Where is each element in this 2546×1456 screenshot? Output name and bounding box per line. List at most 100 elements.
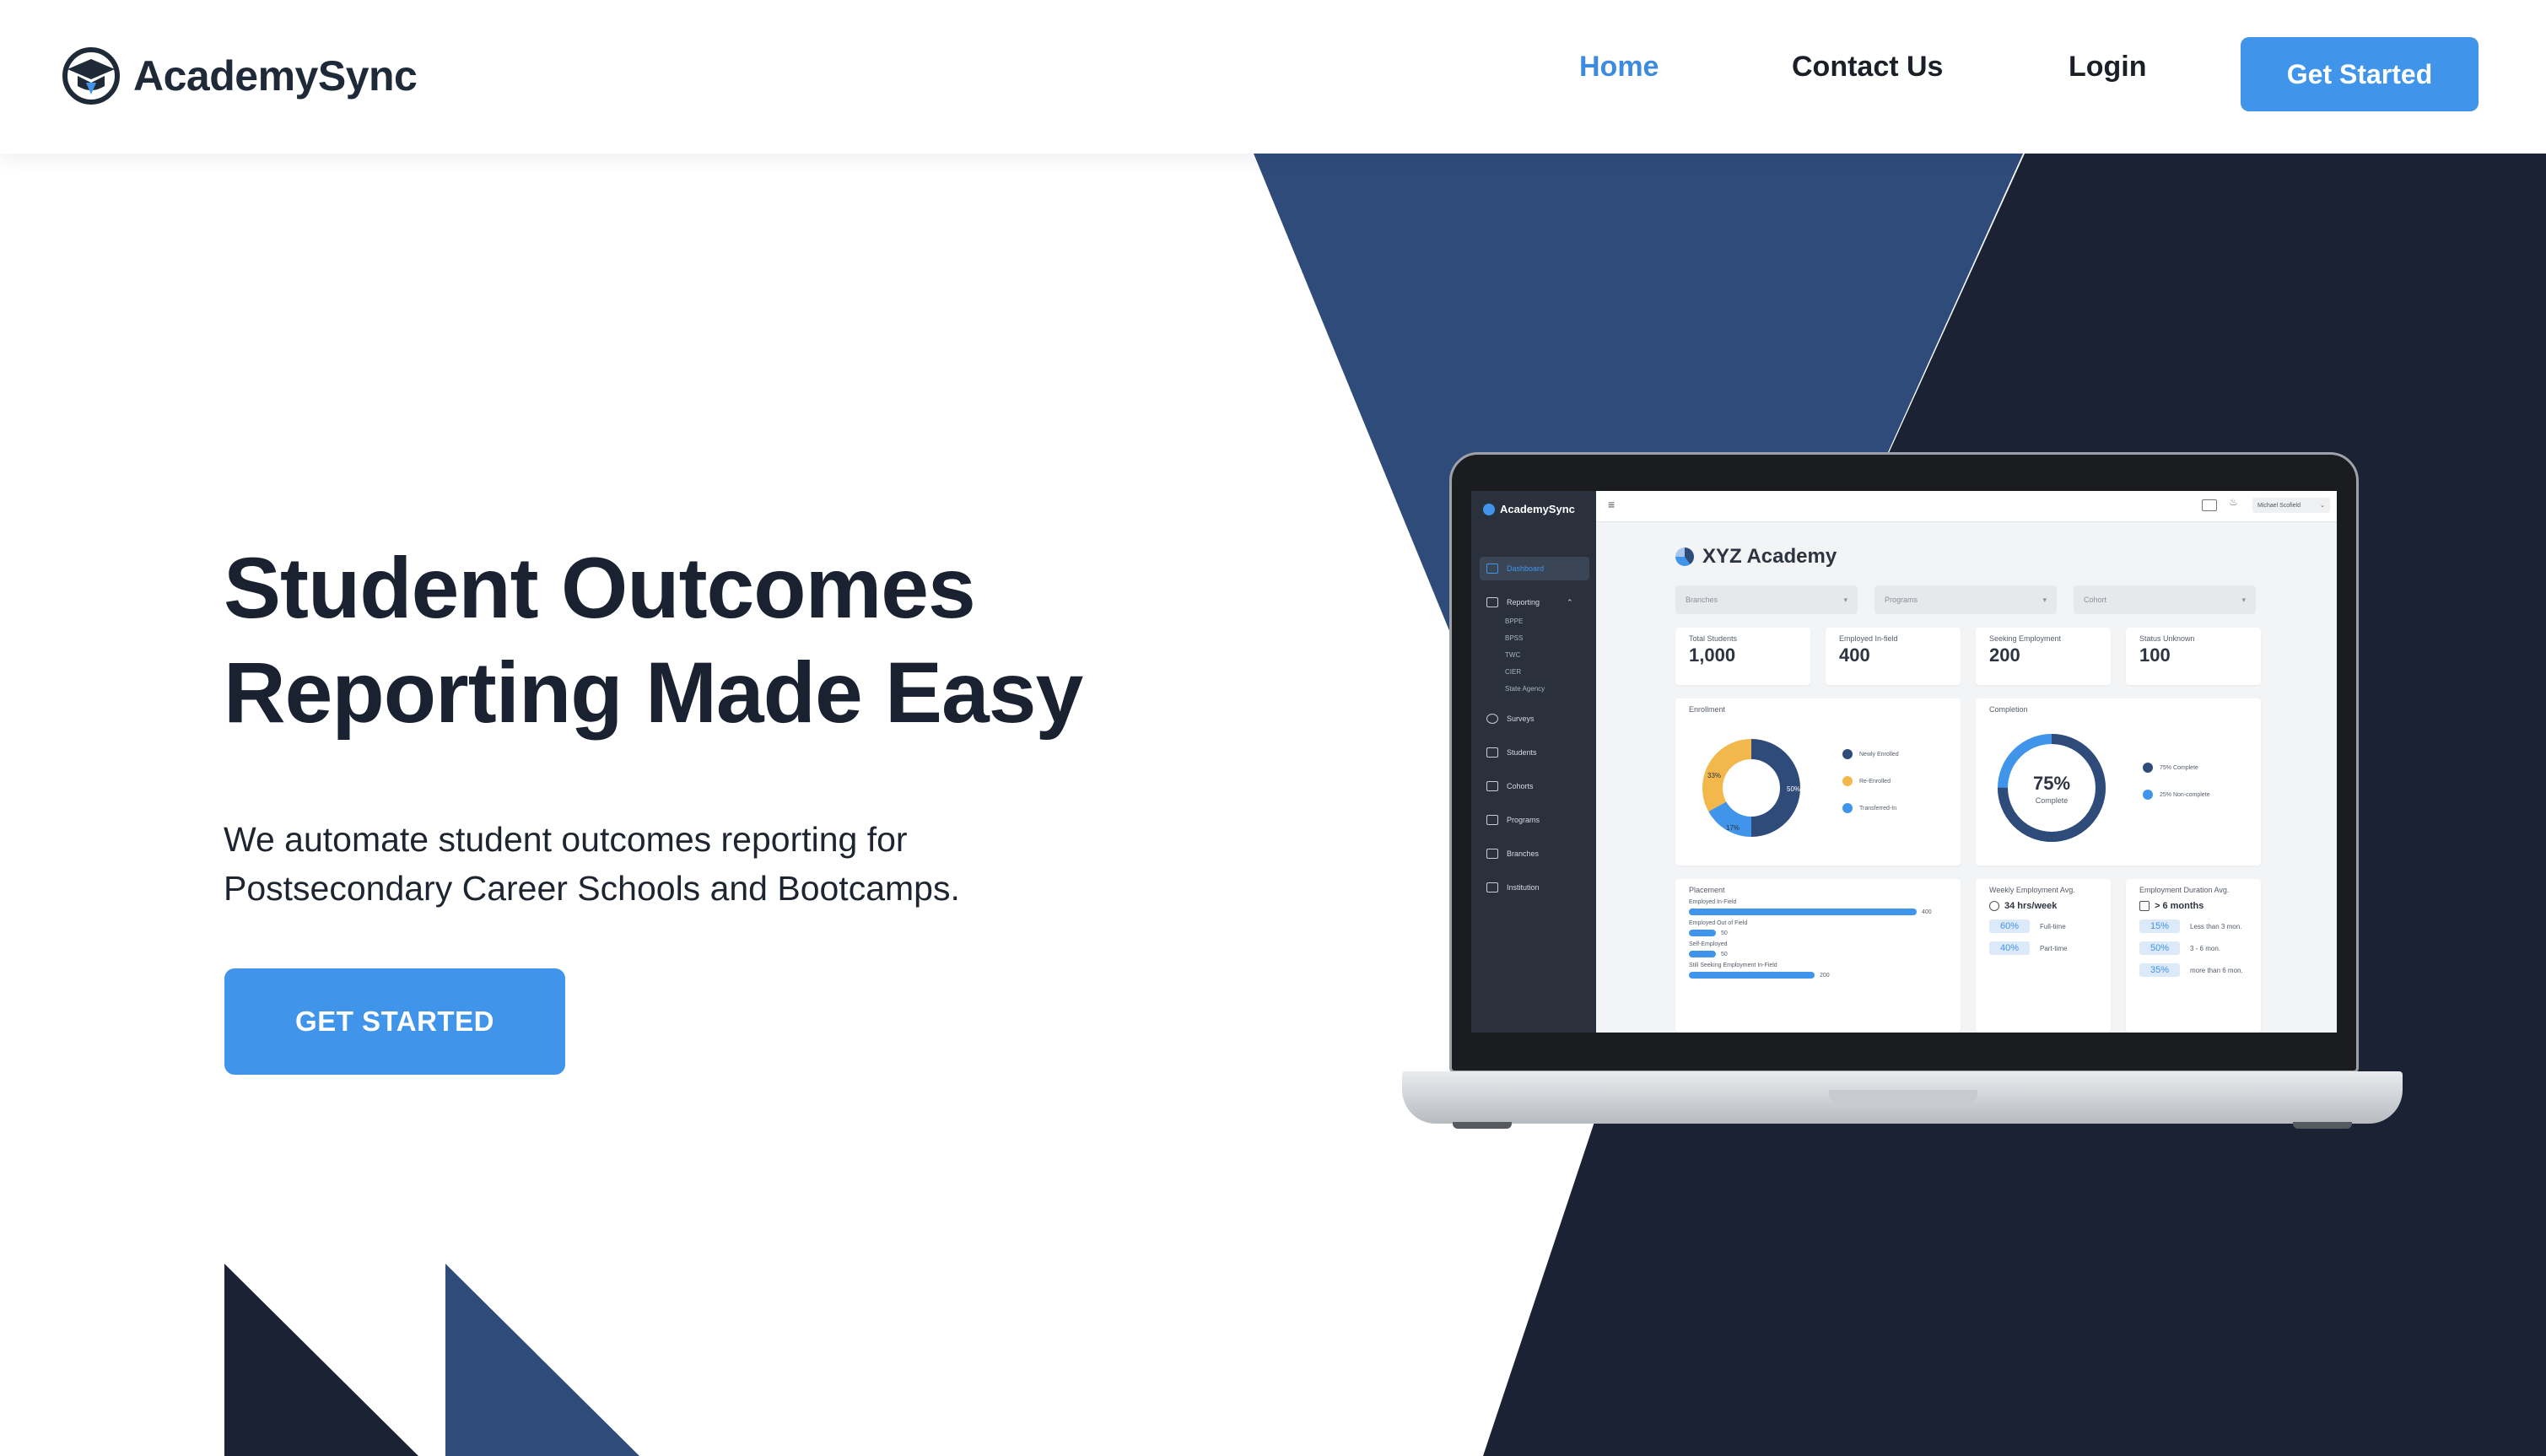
sidebar-item-branches[interactable]: Branches <box>1486 849 1539 859</box>
legend-non-complete: 25% Non-complete <box>2143 790 2210 800</box>
placement-label: Self-Employed <box>1689 941 1728 947</box>
nav-home-link[interactable]: Home <box>1579 51 1659 84</box>
weekly-chip: 60% <box>1989 919 2030 933</box>
sidebar-subitem-twc[interactable]: TWC <box>1505 651 1520 659</box>
header-get-started-button[interactable]: Get Started <box>2241 37 2479 111</box>
hero-subtitle-line-1: We automate student outcomes reporting f… <box>224 820 908 859</box>
placement-value: 200 <box>1820 972 1830 979</box>
sidebar-item-label: Reporting <box>1507 598 1540 607</box>
weekly-row-parttime: 40% Part-time <box>1989 941 2097 955</box>
completion-value: 75% <box>2033 773 2070 794</box>
branch-icon <box>1486 849 1498 859</box>
programs-select-label: Programs <box>1885 596 1918 604</box>
stat-card-seeking-employment[interactable]: Seeking Employment 200 <box>1976 628 2111 685</box>
placement-value: 400 <box>1922 909 1932 915</box>
chevron-up-icon: ⌃ <box>1567 597 1573 607</box>
book-icon <box>1486 815 1498 825</box>
sidebar-subitem-bppe[interactable]: BPPE <box>1505 617 1523 625</box>
bell-icon[interactable]: ♨ <box>2229 496 2238 508</box>
placement-label: Employed Out of Field <box>1689 920 1748 926</box>
sidebar-item-reporting[interactable]: Reporting ⌃ <box>1486 597 1573 607</box>
completion-card: Completion 75% Complete 75% Complete 25%… <box>1976 698 2261 866</box>
hero-get-started-button[interactable]: GET STARTED <box>224 968 565 1075</box>
completion-ring-chart: 75% Complete <box>1998 734 2106 842</box>
sidebar-item-surveys[interactable]: Surveys <box>1486 714 1535 724</box>
stat-card-status-unknown[interactable]: Status Unknown 100 <box>2126 628 2261 685</box>
sidebar-item-students[interactable]: Students <box>1486 747 1537 758</box>
placement-card: Placement Employed In-Field 400 Employed… <box>1675 879 1961 1033</box>
pie-chart-icon <box>1675 547 1694 566</box>
placement-value: 50 <box>1721 951 1728 957</box>
legend-label: 75% Complete <box>2160 764 2198 771</box>
hamburger-menu-icon[interactable]: ≡ <box>1608 498 1615 511</box>
placement-row: Employed In-Field 400 <box>1689 899 1947 915</box>
enrollment-label-newly-enrolled: 50% <box>1787 785 1800 793</box>
legend-swatch <box>2143 763 2153 773</box>
placement-bar <box>1689 909 1917 915</box>
hero-subtitle: We automate student outcomes reporting f… <box>224 815 1152 913</box>
placement-row: Self-Employed 50 <box>1689 941 1947 957</box>
user-menu[interactable]: Michael Scofield ⌄ <box>2252 498 2330 513</box>
sidebar-item-label: Surveys <box>1507 715 1535 723</box>
sidebar-subitem-state-agency[interactable]: State Agency <box>1505 685 1545 693</box>
laptop-foot-right <box>2293 1122 2352 1129</box>
legend-newly-enrolled: Newly Enrolled <box>1842 749 1899 759</box>
enrollment-card: Enrollment 33% 50% 17% Newly Enrolled Re… <box>1675 698 1961 866</box>
duration-row-label: Less than 3 mon. <box>2190 922 2242 930</box>
branches-select[interactable]: Branches ▾ <box>1675 585 1858 614</box>
sidebar-item-label: Branches <box>1507 849 1540 858</box>
legend-label: 25% Non-complete <box>2160 791 2210 798</box>
duration-headline-text: > 6 months <box>2155 901 2204 911</box>
caret-down-icon: ▾ <box>2042 595 2047 604</box>
stat-value: 400 <box>1839 644 1870 666</box>
stat-label: Employed In-field <box>1839 634 1898 643</box>
mail-icon[interactable] <box>2202 499 2217 511</box>
hourglass-icon <box>1486 747 1498 758</box>
legend-swatch <box>2143 790 2153 800</box>
sidebar-item-programs[interactable]: Programs <box>1486 815 1540 825</box>
legend-re-enrolled: Re-Enrolled <box>1842 776 1891 786</box>
hero-subtitle-line-2: Postsecondary Career Schools and Bootcam… <box>224 869 960 908</box>
legend-complete: 75% Complete <box>2143 763 2198 773</box>
weekly-title: Weekly Employment Avg. <box>1989 886 2075 894</box>
nav-login-link[interactable]: Login <box>2069 51 2147 84</box>
stat-label: Seeking Employment <box>1989 634 2062 643</box>
enrollment-title: Enrollment <box>1689 705 1726 714</box>
cohort-select[interactable]: Cohort ▾ <box>2074 585 2256 614</box>
sidebar-subitem-cier[interactable]: CIER <box>1505 668 1521 676</box>
hero-title: Student Outcomes Reporting Made Easy <box>224 536 1236 745</box>
weekly-headline: 34 hrs/week <box>1989 901 2097 911</box>
sidebar-item-cohorts[interactable]: Cohorts <box>1486 781 1534 791</box>
weekly-row-label: Full-time <box>2040 922 2066 930</box>
duration-row-label: more than 6 mon. <box>2190 966 2243 974</box>
chevron-down-icon: ⌄ <box>2320 503 2325 509</box>
sidebar-item-label: Programs <box>1507 816 1540 824</box>
duration-chip: 35% <box>2139 963 2180 977</box>
placement-label: Still Seeking Employment In-Field <box>1689 963 1777 968</box>
user-name: Michael Scofield <box>2257 502 2301 509</box>
caret-down-icon: ▾ <box>1843 595 1847 604</box>
programs-select[interactable]: Programs ▾ <box>1874 585 2057 614</box>
stat-card-employed-in-field[interactable]: Employed In-field 400 <box>1826 628 1961 685</box>
legend-swatch <box>1842 776 1853 786</box>
laptop-notch <box>1829 1090 1977 1105</box>
clock-icon <box>1486 714 1498 724</box>
stat-card-total-students[interactable]: Total Students 1,000 <box>1675 628 1810 685</box>
placement-label: Employed In-Field <box>1689 899 1737 905</box>
dashboard-title: XYZ Academy <box>1675 545 1837 569</box>
weekly-employment-card: Weekly Employment Avg. 34 hrs/week 60% Fu… <box>1976 879 2111 1033</box>
nav-contact-link[interactable]: Contact Us <box>1792 51 1943 84</box>
brand-name: AcademySync <box>133 52 418 100</box>
dashboard-topbar: ≡ ♨ Michael Scofield ⌄ <box>1596 491 2337 522</box>
placement-row: Still Seeking Employment In-Field 200 <box>1689 963 1947 979</box>
sidebar-item-dashboard[interactable]: Dashboard <box>1486 564 1544 574</box>
enrollment-donut-chart: 33% 50% 17% <box>1702 739 1800 837</box>
logo[interactable]: AcademySync <box>61 42 418 110</box>
building-icon <box>1486 882 1498 892</box>
sidebar-item-label: Institution <box>1507 883 1540 892</box>
weekly-chip: 40% <box>1989 941 2030 955</box>
corner-blue-triangle <box>445 1264 639 1456</box>
sidebar-item-institution[interactable]: Institution <box>1486 882 1540 892</box>
donut-hole <box>1723 759 1780 817</box>
sidebar-subitem-bpss[interactable]: BPSS <box>1505 634 1523 642</box>
